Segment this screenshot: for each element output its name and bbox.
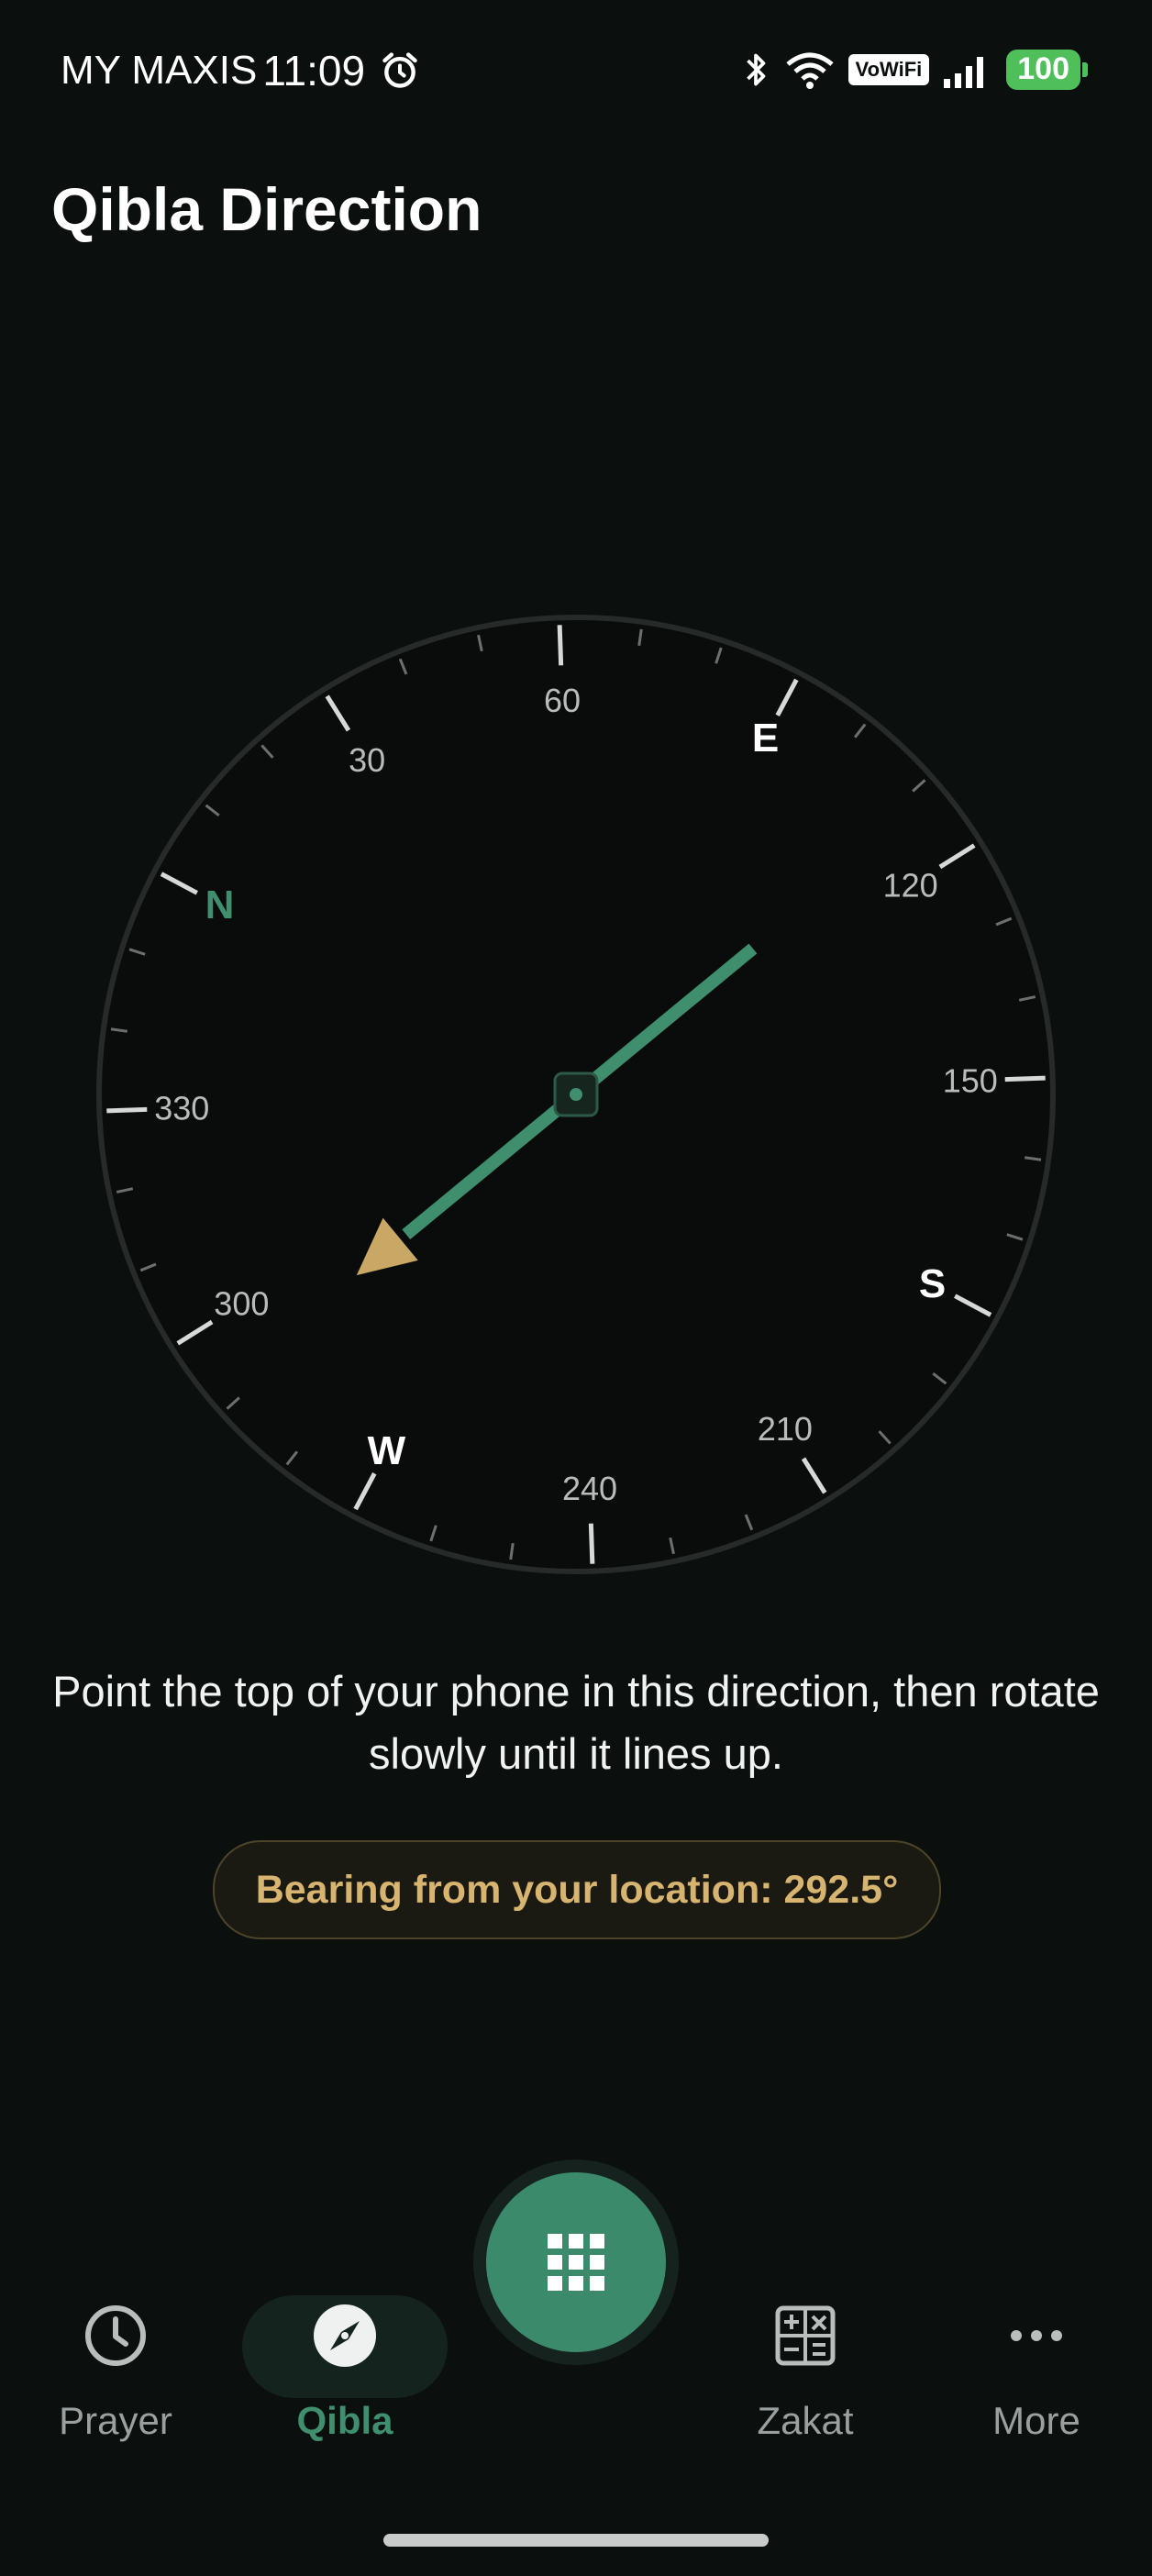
more-dots-icon (1011, 2330, 1062, 2341)
degree-label-240: 240 (562, 1470, 617, 1507)
nav-label-zakat: Zakat (757, 2399, 854, 2442)
degree-label-210: 210 (758, 1410, 813, 1448)
degree-label-60: 60 (544, 682, 581, 719)
nav-item-prayer[interactable]: Prayer (15, 2303, 216, 2468)
fab-button[interactable] (486, 2172, 666, 2352)
cardinal-n: N (205, 883, 235, 927)
degree-label-120: 120 (883, 867, 938, 905)
nav-item-zakat[interactable]: Zakat (704, 2303, 906, 2468)
degree-label-30: 30 (349, 741, 385, 779)
compass-tick-60 (557, 625, 564, 666)
qibla-compass: N E S W 30 60 120 150 210 240 300 330 (96, 615, 1056, 1574)
compass-tick-150 (1004, 1075, 1046, 1083)
needle-pivot-dot (570, 1088, 582, 1101)
calculator-icon (775, 2305, 836, 2366)
cardinal-s: S (919, 1261, 946, 1306)
bearing-badge: Bearing from your location: 292.5° (213, 1840, 941, 1939)
cardinal-w: W (368, 1428, 406, 1473)
grid-icon (548, 2234, 604, 2291)
nav-label-prayer: Prayer (59, 2399, 172, 2442)
degree-label-300: 300 (214, 1284, 269, 1322)
home-indicator[interactable] (383, 2534, 769, 2547)
degree-label-150: 150 (943, 1061, 998, 1099)
compass-tick-240 (588, 1523, 595, 1564)
compass-icon (314, 2304, 376, 2367)
nav-item-more[interactable]: More (936, 2303, 1137, 2468)
cardinal-e: E (752, 716, 779, 761)
instruction-text: Point the top of your phone in this dire… (52, 1667, 1100, 1778)
degree-label-330: 330 (154, 1090, 209, 1127)
nav-item-qibla[interactable]: Qibla (244, 2303, 446, 2468)
nav-label-more: More (992, 2399, 1080, 2442)
compass-tick-330 (106, 1106, 148, 1114)
nav-label-qibla: Qibla (296, 2399, 393, 2442)
clock-icon (85, 2305, 146, 2366)
